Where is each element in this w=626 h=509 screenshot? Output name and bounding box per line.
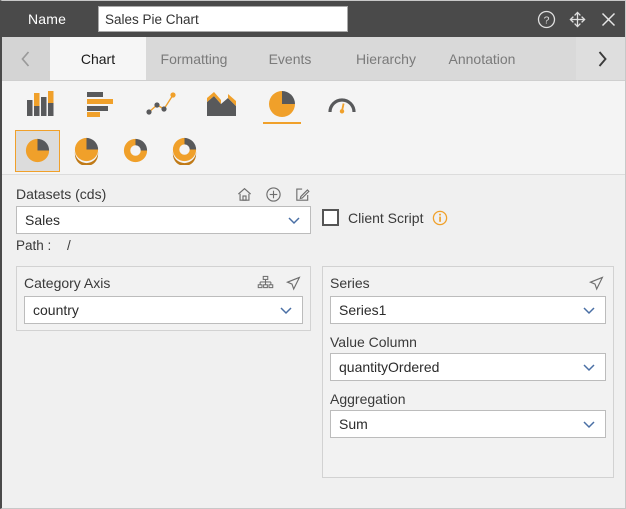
dataset-path: Path : / — [16, 238, 71, 253]
category-axis-header: Category Axis — [24, 272, 302, 294]
column-chart-icon[interactable] — [14, 82, 70, 126]
category-axis-select[interactable]: country — [24, 296, 303, 324]
value-column-select[interactable]: quantityOrdered — [330, 353, 606, 381]
series-actions — [588, 275, 605, 292]
selected-indicator — [263, 122, 301, 124]
path-value: / — [67, 238, 71, 253]
series-select-value: Series1 — [339, 302, 387, 318]
value-column-field: quantityOrdered — [330, 353, 606, 381]
add-circle-icon[interactable] — [265, 186, 282, 203]
tab-annotation[interactable]: Annotation — [434, 37, 530, 80]
tab-label: Hierarchy — [356, 50, 416, 67]
svg-text:?: ? — [543, 14, 549, 26]
datasets-header: Datasets (cds) — [16, 184, 311, 204]
series-select[interactable]: Series1 — [330, 296, 606, 324]
pie-chart-icon[interactable] — [254, 82, 310, 126]
pie-3d-icon[interactable] — [64, 130, 109, 172]
series-field: Series1 — [330, 296, 606, 324]
chevron-down-icon — [581, 362, 597, 373]
name-label: Name — [28, 11, 67, 27]
help-circle-icon[interactable]: ? — [536, 9, 556, 29]
chevron-down-icon — [581, 305, 597, 316]
aggregation-label: Aggregation — [330, 391, 406, 407]
tab-label: Annotation — [448, 50, 516, 67]
home-icon[interactable] — [236, 186, 253, 203]
path-label: Path : — [16, 238, 52, 253]
value-column-select-value: quantityOrdered — [339, 359, 440, 375]
tab-hierarchy[interactable]: Hierarchy — [338, 37, 434, 80]
chevron-down-icon — [278, 305, 294, 316]
window-controls: ? — [536, 1, 618, 37]
pie-flat-icon[interactable] — [15, 129, 60, 172]
chart-type-toolbar — [2, 81, 625, 127]
properties-body: Datasets (cds) Sales Path: / Client Scr… — [2, 176, 625, 508]
datasets-label: Datasets (cds) — [16, 186, 107, 202]
chart-name-input[interactable] — [98, 6, 348, 32]
chart-subtype-toolbar — [2, 127, 625, 175]
donut-3d-icon[interactable] — [162, 130, 207, 172]
tab-label: Events — [268, 50, 312, 67]
tab-events[interactable]: Events — [242, 37, 338, 80]
category-axis-field: country — [24, 296, 303, 324]
gauge-chart-icon[interactable] — [314, 82, 370, 126]
dataset-select[interactable]: Sales — [16, 206, 311, 234]
series-header: Series — [330, 272, 605, 294]
series-panel: Series Series1 Value Column quantityOrde… — [322, 266, 614, 478]
series-title: Series — [330, 275, 370, 291]
tab-label: Chart — [80, 50, 116, 67]
chart-properties-dialog: Name ? — [0, 0, 626, 509]
tab-formatting[interactable]: Formatting — [146, 37, 242, 80]
send-arrow-icon[interactable] — [285, 275, 302, 292]
tabs-next-arrow-icon[interactable] — [576, 37, 625, 80]
category-axis-select-value: country — [33, 302, 79, 318]
client-script-row: Client Script — [322, 209, 448, 226]
tab-label: Formatting — [160, 50, 228, 67]
aggregation-select[interactable]: Sum — [330, 410, 606, 438]
aggregation-select-value: Sum — [339, 416, 368, 432]
tab-bar: Chart Formatting Events Hierarchy Annota… — [2, 37, 625, 81]
chevron-down-icon — [286, 215, 302, 226]
move-arrows-icon[interactable] — [567, 9, 587, 29]
dataset-select-value: Sales — [25, 212, 61, 228]
client-script-checkbox[interactable] — [322, 209, 339, 226]
scatter-line-chart-icon[interactable] — [134, 82, 190, 126]
chevron-down-icon — [581, 419, 597, 430]
hierarchy-tree-icon[interactable] — [257, 275, 274, 291]
datasets-actions — [236, 186, 311, 203]
close-x-icon[interactable] — [598, 9, 618, 29]
aggregation-field: Sum — [330, 410, 606, 438]
value-column-label: Value Column — [330, 334, 417, 350]
category-axis-actions — [257, 275, 302, 292]
tabs-prev-arrow-icon[interactable] — [2, 37, 50, 80]
edit-pencil-icon[interactable] — [294, 186, 311, 203]
send-arrow-icon[interactable] — [588, 275, 605, 292]
tab-chart[interactable]: Chart — [50, 37, 146, 80]
client-script-label: Client Script — [348, 209, 424, 226]
info-circle-icon[interactable] — [432, 210, 448, 226]
title-bar: Name ? — [2, 1, 625, 37]
category-axis-title: Category Axis — [24, 275, 111, 291]
category-axis-panel: Category Axis country — [16, 266, 311, 331]
donut-flat-icon[interactable] — [113, 130, 158, 172]
bar-chart-icon[interactable] — [74, 82, 130, 126]
area-chart-icon[interactable] — [194, 82, 250, 126]
